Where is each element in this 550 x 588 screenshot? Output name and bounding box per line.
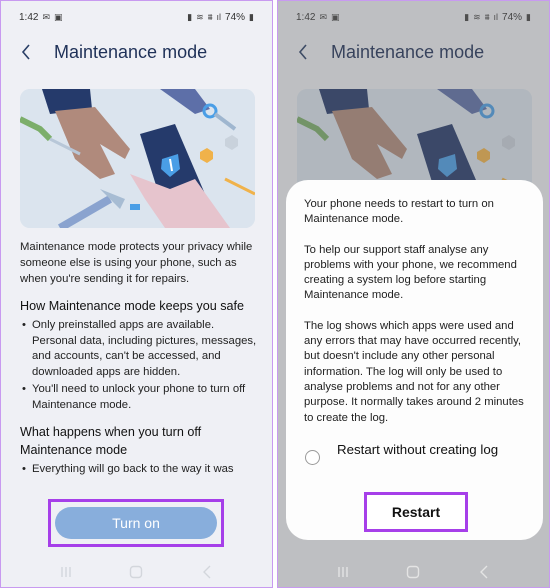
wifi-icon: ≋ <box>196 11 204 22</box>
dialog-message: To help our support staff analyse any pr… <box>304 243 517 302</box>
navigation-bar <box>1 557 272 587</box>
restart-highlight: Restart <box>364 492 468 532</box>
radio-label: Restart without creating log <box>337 441 499 457</box>
clock: 1:42 <box>19 11 39 23</box>
home-icon <box>130 565 143 579</box>
battery-percent: 74% <box>225 11 246 23</box>
bullet-item: Everything will go back to the way it wa… <box>20 462 260 478</box>
maintenance-illustration <box>20 89 255 228</box>
section-heading-safety: How Maintenance mode keeps you safe <box>20 299 245 313</box>
phone-screen-maintenance-intro: 1:42 ✉ ▣ ▮ ≋ ⩩ ıl 74% ▮ Maintenance mode <box>0 0 273 588</box>
nav-back-button[interactable] <box>192 561 222 583</box>
battery-saver-icon: ▮ <box>187 11 193 22</box>
safety-bullets: Only preinstalled apps are available. Pe… <box>20 318 260 413</box>
restart-dialog: Your phone needs to restart to turn on M… <box>286 180 543 540</box>
chevron-left-icon <box>21 44 30 60</box>
maintenance-description: Maintenance mode protects your privacy w… <box>20 239 260 480</box>
recents-button[interactable] <box>51 561 81 583</box>
home-button[interactable] <box>398 561 428 583</box>
nav-back-button[interactable] <box>469 561 499 583</box>
back-icon <box>479 565 488 579</box>
recents-icon <box>338 567 348 577</box>
navigation-bar <box>278 557 549 587</box>
hands-phone-illustration <box>20 89 255 228</box>
restart-without-log-option[interactable]: Restart without creating log <box>304 441 525 465</box>
back-icon <box>202 565 211 579</box>
bullet-item: Only preinstalled apps are available. Pe… <box>20 318 260 380</box>
turn-on-highlight: Turn on <box>48 499 224 547</box>
dialog-message: Your phone needs to restart to turn on M… <box>304 198 494 226</box>
home-icon <box>407 565 420 579</box>
status-bar: 1:42 ✉ ▣ ▮ ≋ ⩩ ıl 74% ▮ <box>1 1 272 33</box>
app-header: Maintenance mode <box>1 35 272 69</box>
signal-icon: ıl <box>216 12 222 22</box>
home-button[interactable] <box>121 561 151 583</box>
intro-text: Maintenance mode protects your privacy w… <box>20 241 253 285</box>
recents-icon <box>61 567 71 577</box>
bullet-item: You'll need to unlock your phone to turn… <box>20 382 260 413</box>
recents-button[interactable] <box>328 561 358 583</box>
turn-off-bullets: Everything will go back to the way it wa… <box>20 462 260 478</box>
back-button[interactable] <box>11 37 41 67</box>
battery-icon: ▮ <box>249 11 254 22</box>
page-title: Maintenance mode <box>54 41 208 62</box>
gallery-icon: ▣ <box>54 11 63 22</box>
radio-button[interactable] <box>305 449 320 465</box>
gmail-icon: ✉ <box>42 11 51 22</box>
section-heading-turn-off: What happens when you turn off Maintenan… <box>20 425 202 457</box>
restart-button[interactable]: Restart <box>392 504 440 520</box>
dialog-message: The log shows which apps were used and a… <box>304 319 524 424</box>
volte-icon: ⩩ <box>207 11 213 22</box>
phone-screen-restart-dialog: 1:42 ✉ ▣ ▮ ≋ ⩩ ıl 74% ▮ Maintenance mode <box>277 0 550 588</box>
turn-on-button[interactable]: Turn on <box>55 507 217 539</box>
